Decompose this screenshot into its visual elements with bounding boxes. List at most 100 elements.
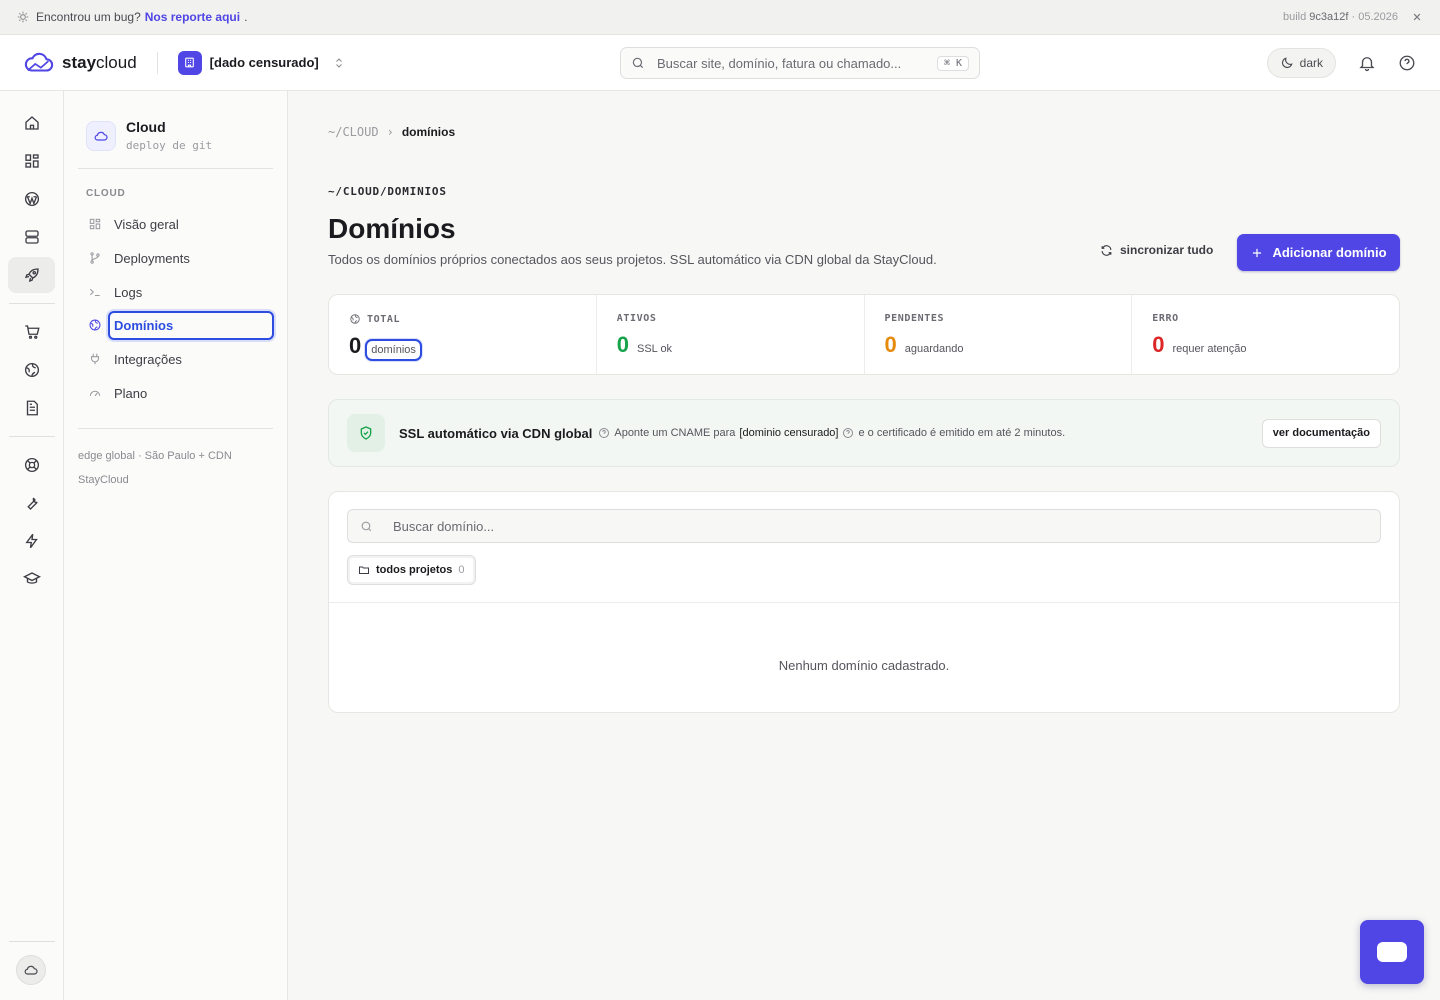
help-icon[interactable] [598, 427, 610, 439]
staycloud-logo[interactable]: staycloud [24, 52, 137, 74]
sidebar-divider [78, 168, 273, 169]
rail-academy[interactable] [8, 561, 55, 597]
rail-domains[interactable] [8, 352, 55, 388]
chat-support-button[interactable] [1360, 920, 1424, 984]
close-banner-icon[interactable] [1410, 10, 1424, 24]
sidebar-item-label: Logs [114, 284, 143, 300]
sidebar-item-plan[interactable]: Plano [78, 377, 274, 409]
rail-wordpress[interactable] [8, 181, 55, 217]
brand-bold: stay [62, 52, 97, 72]
sidebar-footer-brand: StayCloud [78, 474, 129, 486]
help-icon[interactable] [1398, 54, 1416, 72]
stat-row: 0 aguardando [885, 332, 1112, 358]
sidebar-footer-region: edge global · São Paulo + CDN [78, 450, 232, 462]
cloud-logo-icon [24, 52, 54, 74]
sidebar-item-domains[interactable]: Domínios [78, 309, 274, 341]
grid-icon [88, 217, 102, 231]
ssl-title: SSL automático via CDN global [399, 425, 593, 441]
search-icon [360, 520, 393, 533]
building-icon [177, 50, 202, 75]
ssl-description: Aponte um CNAME para [dominio censurado]… [598, 427, 1065, 439]
rail-divider [9, 941, 55, 942]
stat-value: 0 [349, 333, 362, 358]
bug-report-banner: Encontrou um bug? Nos reporte aqui . bui… [0, 0, 1440, 35]
cloud-icon [23, 962, 39, 978]
theme-toggle-button[interactable]: dark [1266, 48, 1336, 78]
rocket-icon [23, 266, 41, 284]
stat-label-text: TOTAL [367, 313, 401, 325]
list-divider [329, 602, 1399, 603]
build-date: · 05.2026 [1351, 11, 1398, 23]
stat-label: PENDENTES [884, 313, 945, 324]
ssl-info-banner: SSL automático via CDN global Aponte um … [328, 399, 1400, 467]
sidebar-item-label: Visão geral [114, 216, 179, 232]
add-domain-button[interactable]: Adicionar domínio [1237, 234, 1400, 271]
gauge-icon [88, 386, 102, 400]
filter-chip-all-projects[interactable]: todos projetos 0 [347, 555, 476, 585]
folder-icon [358, 564, 370, 576]
sidebar-item-label: Integrações [114, 351, 182, 367]
stat-sub: SSL ok [637, 343, 673, 355]
moon-icon [1280, 56, 1294, 70]
sidebar-divider [78, 428, 273, 429]
org-name: [dado censurado] [209, 55, 319, 70]
header-divider [156, 51, 158, 74]
build-label: build [1282, 11, 1307, 23]
rail-store[interactable] [8, 314, 55, 350]
view-docs-button[interactable]: ver documentação [1261, 418, 1381, 448]
global-search-input[interactable]: Buscar site, domínio, fatura ou chamado.… [620, 47, 980, 79]
bell-icon[interactable] [1358, 54, 1376, 72]
rail-divider [9, 303, 55, 304]
org-switcher[interactable]: [dado censurado] [177, 50, 345, 75]
breadcrumb-root[interactable]: ~/CLOUD [328, 125, 379, 139]
rail-performance[interactable] [8, 523, 55, 559]
wrench-icon [23, 494, 41, 512]
plug-icon [88, 352, 102, 366]
bug-icon [16, 10, 30, 24]
rail-support[interactable] [8, 447, 55, 483]
rail-billing[interactable] [8, 390, 55, 426]
globe-icon [88, 318, 102, 332]
rail-cloud[interactable] [8, 257, 55, 293]
sidebar-item-label: Plano [114, 385, 148, 401]
report-bug-link[interactable]: Nos reporte aqui [145, 10, 240, 24]
avatar[interactable] [16, 955, 46, 985]
sync-all-button[interactable]: sincronizar tudo [1100, 243, 1213, 257]
graduation-cap-icon [22, 570, 41, 588]
stat-error: ERRO 0 requer atenção [1132, 295, 1399, 374]
breadcrumb-current: domínios [401, 125, 456, 139]
chat-bubble-icon [1377, 942, 1407, 962]
search-shortcut: ⌘ K [936, 55, 969, 71]
ssl-cname-target: [dominio censurado] [739, 427, 839, 439]
stat-label: ERRO [1152, 313, 1179, 324]
stat-row: 0 requer atenção [1152, 332, 1379, 358]
domain-search-placeholder: Buscar domínio... [393, 518, 495, 534]
sidebar-item-overview[interactable]: Visão geral [78, 208, 274, 240]
stat-pending: PENDENTES 0 aguardando [865, 295, 1133, 374]
brand-rest: cloud [96, 52, 137, 72]
page-eyebrow: ~/CLOUD/DOMINIOS [328, 185, 447, 198]
sidebar-item-integrations[interactable]: Integrações [78, 343, 274, 375]
build-info: build 9c3a12f · 05.2026 [1283, 11, 1398, 23]
stat-label: TOTAL [349, 313, 576, 325]
terminal-icon [88, 285, 102, 299]
stat-row: 0 SSL ok [617, 332, 844, 358]
stat-row: 0 domínios [349, 333, 576, 361]
search-placeholder: Buscar site, domínio, fatura ou chamado.… [657, 55, 902, 71]
add-domain-label: Adicionar domínio [1272, 245, 1387, 260]
sidebar-item-logs[interactable]: Logs [78, 276, 274, 308]
cloud-sidebar: Cloud deploy de git CLOUD Visão geral De… [64, 91, 288, 1000]
rail-tools[interactable] [8, 485, 55, 521]
rail-home[interactable] [8, 105, 55, 141]
home-icon [23, 114, 41, 132]
rail-servers[interactable] [8, 219, 55, 255]
sidebar-item-label: Domínios [108, 310, 274, 340]
sidebar-item-label: Deployments [114, 250, 190, 266]
help-icon[interactable] [842, 427, 854, 439]
domain-search-input[interactable]: Buscar domínio... [347, 509, 1381, 543]
domain-list-panel: Buscar domínio... todos projetos 0 Nenhu… [328, 491, 1400, 713]
rail-dashboard[interactable] [8, 143, 55, 179]
sidebar-item-deployments[interactable]: Deployments [78, 242, 274, 274]
filter-chip-count: 0 [458, 564, 465, 576]
bolt-icon [23, 532, 41, 550]
